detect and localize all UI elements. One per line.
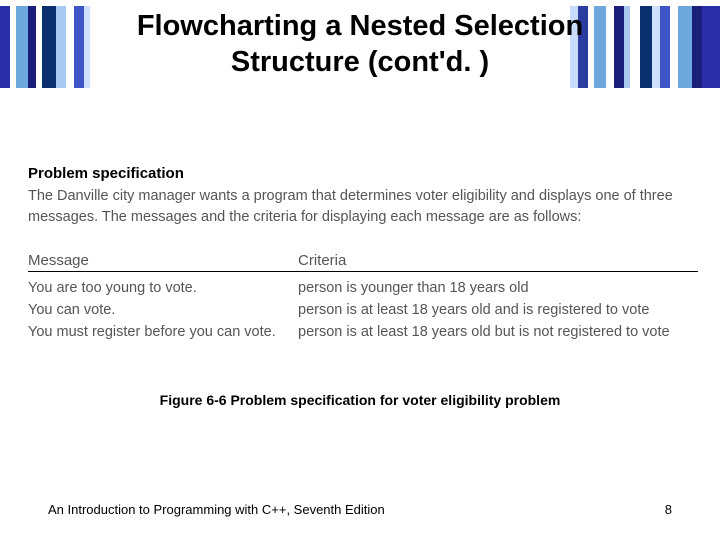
column-header-message: Message	[28, 252, 298, 272]
page-number: 8	[665, 502, 672, 517]
table-row: You must register before you can vote.	[28, 322, 298, 344]
title-line-2: Structure (cont'd. )	[231, 46, 489, 78]
table-row: person is younger than 18 years old	[298, 278, 698, 300]
table-row: You can vote.	[28, 300, 298, 322]
title-line-1: Flowcharting a Nested Selection	[137, 10, 583, 42]
figure-caption: Figure 6-6 Problem specification for vot…	[0, 392, 720, 408]
table-row: You are too young to vote.	[28, 278, 298, 300]
table-row: person is at least 18 years old but is n…	[298, 322, 698, 344]
table-row: person is at least 18 years old and is r…	[298, 300, 698, 322]
slide-title: Flowcharting a Nested Selection Structur…	[0, 8, 720, 81]
column-header-criteria: Criteria	[298, 252, 698, 272]
spec-body: The Danville city manager wants a progra…	[28, 186, 698, 228]
spec-heading: Problem specification	[28, 165, 698, 182]
footer-text: An Introduction to Programming with C++,…	[48, 502, 385, 517]
message-criteria-table: Message You are too young to vote. You c…	[28, 252, 698, 343]
problem-specification: Problem specification The Danville city …	[28, 165, 698, 228]
